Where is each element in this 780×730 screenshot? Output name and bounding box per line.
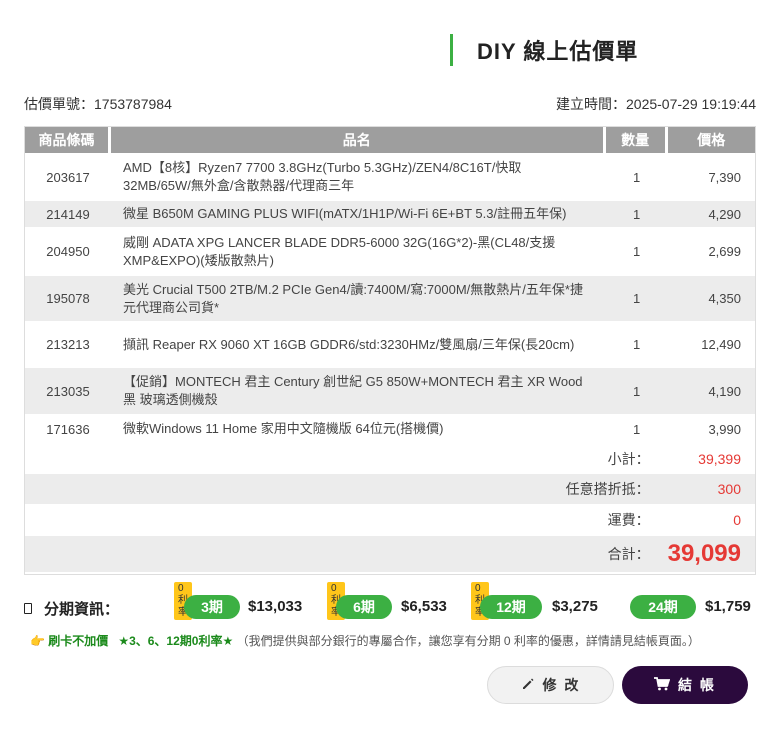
subtotal-value: 39,399 <box>698 451 741 467</box>
term-pill: 6期 <box>336 595 392 619</box>
row-qty: 1 <box>632 421 641 437</box>
row-code: 213035 <box>25 368 111 414</box>
row-name: 微星 B650M GAMING PLUS WIFI(mATX/1H1P/Wi-F… <box>111 201 606 227</box>
total-label: 合計： <box>25 536 668 572</box>
row-code: 204950 <box>46 244 90 259</box>
created-time: 建立時間：2025-07-29 19:19:44 <box>556 96 756 112</box>
row-price: 7,390 <box>708 169 741 185</box>
pencil-icon <box>521 677 535 694</box>
table-header-row: 商品條碼 品名 數量 價格 <box>25 127 755 153</box>
quote-number: 估價單號：1753787984 <box>24 96 172 112</box>
promo-no-surcharge: 刷卡不加價 <box>48 634 109 648</box>
row-qty: 1 <box>632 337 641 352</box>
row-name: 威剛 ADATA XPG LANCER BLADE DDR5-6000 32G(… <box>123 234 556 268</box>
edit-button-label: 修 改 <box>542 677 581 693</box>
installment-amount: $13,033 <box>248 598 303 615</box>
row-price: 4,190 <box>667 368 755 414</box>
installment-amount: $3,275 <box>552 598 598 615</box>
row-qty: 1 <box>632 169 641 185</box>
row-price: 4,290 <box>667 201 755 227</box>
installment-amount: $6,533 <box>401 598 447 615</box>
discount-value: 300 <box>667 474 755 504</box>
discount-row: 任意搭折抵： 300 <box>25 474 755 504</box>
title-accent-bar <box>450 34 453 66</box>
row-qty: 1 <box>605 368 668 414</box>
header-price: 價格 <box>667 127 755 153</box>
table-row: 195078 美光 Crucial T500 2TB/M.2 PCIe Gen4… <box>25 276 755 321</box>
term-pill: 3期 <box>184 595 240 619</box>
total-row: 合計： 39,099 <box>25 536 755 572</box>
installment-section: 分期資訊： 0利率 3期 $13,033 0利率 6期 $6,533 0利率 1… <box>24 582 764 622</box>
row-name: 【促銷】MONTECH 君主 Century 創世紀 G5 850W+MONTE… <box>111 368 606 414</box>
row-price: 3,990 <box>708 421 741 437</box>
subtotal-label: 小計： <box>607 451 650 467</box>
term-pill: 12期 <box>480 595 542 619</box>
row-price: 12,490 <box>701 337 741 352</box>
shipping-value: 0 <box>733 512 741 528</box>
shipping-row: 運費： 0 <box>25 504 755 536</box>
row-code: 203617 <box>46 169 90 185</box>
cart-icon <box>654 676 671 694</box>
table-row: 213213 擷訊 Reaper RX 9060 XT 16GB GDDR6/s… <box>25 321 755 368</box>
table-row: 171636 微軟Windows 11 Home 家用中文隨機版 64位元(搭機… <box>25 414 755 444</box>
row-qty: 1 <box>605 276 668 321</box>
promo-detail: （我們提供與部分銀行的專屬合作，讓您享有分期 0 利率的優惠，詳情請見結帳頁面。… <box>236 634 700 648</box>
row-code: 195078 <box>25 276 111 321</box>
checkout-button[interactable]: 結 帳 <box>622 666 748 704</box>
promo-note: 👉 刷卡不加價 ★3、6、12期0利率★ （我們提供與部分銀行的專屬合作，讓您享… <box>30 632 700 649</box>
row-price: 4,350 <box>667 276 755 321</box>
total-value: 39,099 <box>667 536 755 572</box>
pointing-hand-icon: 👉 <box>30 634 45 648</box>
checkout-button-label: 結 帳 <box>678 677 716 693</box>
row-code: 171636 <box>46 421 90 437</box>
header-name: 品名 <box>111 127 606 153</box>
row-code: 213213 <box>46 337 90 352</box>
table-row: 214149 微星 B650M GAMING PLUS WIFI(mATX/1H… <box>25 201 755 227</box>
promo-zero-rate: ★3、6、12期0利率★ <box>118 634 234 648</box>
table-row: 203617 AMD【8核】Ryzen7 7700 3.8GHz(Turbo 5… <box>25 153 755 201</box>
shipping-label: 運費： <box>607 512 650 528</box>
discount-label: 任意搭折抵： <box>25 474 668 504</box>
row-price: 2,699 <box>708 244 741 259</box>
header-qty: 數量 <box>605 127 668 153</box>
term-pill: 24期 <box>630 595 696 619</box>
table-row: 204950 威剛 ADATA XPG LANCER BLADE DDR5-60… <box>25 227 755 276</box>
row-name: AMD【8核】Ryzen7 7700 3.8GHz(Turbo 5.3GHz)/… <box>123 160 522 193</box>
installment-label-wrap: 分期資訊： <box>24 598 119 619</box>
installment-amount: $1,759 <box>705 598 751 615</box>
page-title-wrap: DIY 線上估價單 <box>450 34 638 66</box>
row-name: 美光 Crucial T500 2TB/M.2 PCIe Gen4/讀:7400… <box>111 276 606 321</box>
card-icon <box>24 603 32 614</box>
page-title: DIY 線上估價單 <box>477 39 639 64</box>
row-name: 微軟Windows 11 Home 家用中文隨機版 64位元(搭機價) <box>123 421 444 436</box>
header-code: 商品條碼 <box>25 127 111 153</box>
row-name: 擷訊 Reaper RX 9060 XT 16GB GDDR6/std:3230… <box>123 336 575 352</box>
subtotal-row: 小計： 39,399 <box>25 444 755 474</box>
row-qty: 1 <box>632 244 641 259</box>
row-qty: 1 <box>605 201 668 227</box>
edit-button[interactable]: 修 改 <box>487 666 614 704</box>
table-row: 213035 【促銷】MONTECH 君主 Century 創世紀 G5 850… <box>25 368 755 414</box>
quote-table: 商品條碼 品名 數量 價格 203617 AMD【8核】Ryzen7 7700 … <box>24 126 756 575</box>
installment-label: 分期資訊： <box>44 601 120 618</box>
row-code: 214149 <box>25 201 111 227</box>
